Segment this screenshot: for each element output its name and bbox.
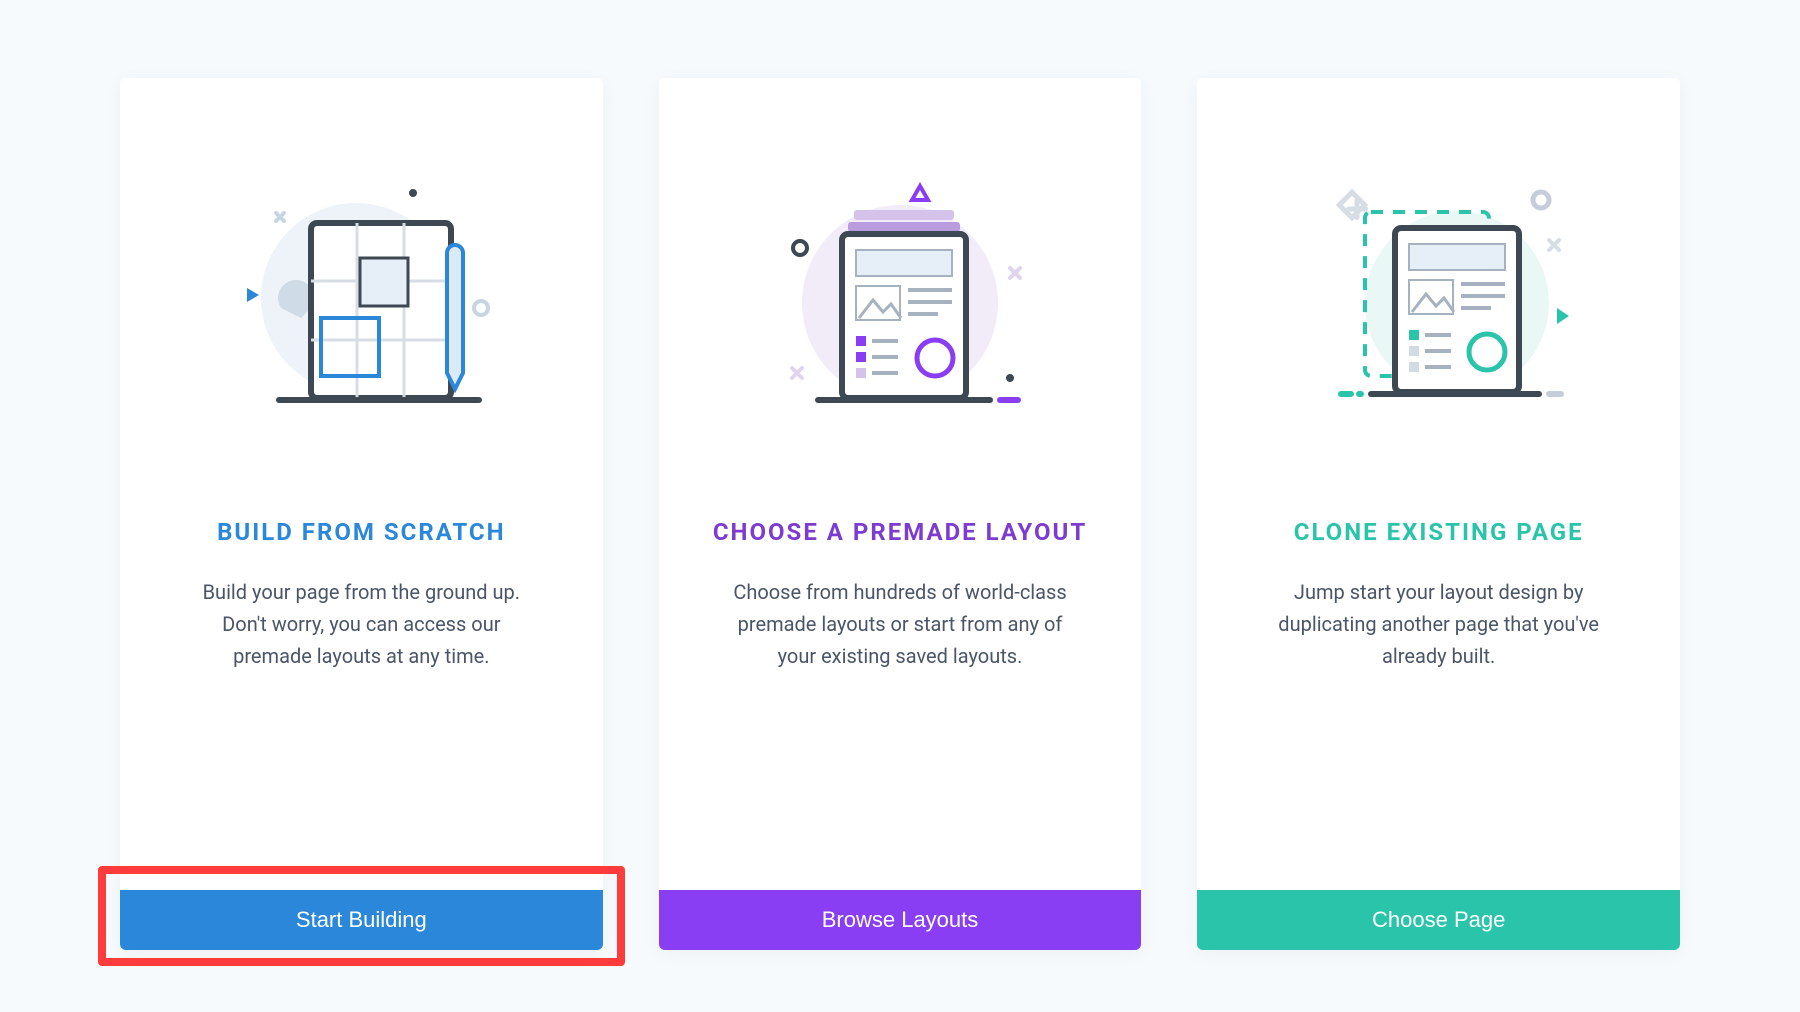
- start-building-button[interactable]: Start Building: [120, 890, 603, 950]
- card-description: Jump start your layout design by duplica…: [1229, 576, 1649, 672]
- card-choose-premade-layout: CHOOSE A PREMADE LAYOUT Choose from hund…: [659, 78, 1142, 950]
- build-from-scratch-illustration: [120, 78, 603, 518]
- premade-layout-illustration: [659, 78, 1142, 518]
- builder-options-container: BUILD FROM SCRATCH Build your page from …: [0, 0, 1800, 950]
- premade-layout-icon: [760, 168, 1040, 428]
- card-build-from-scratch: BUILD FROM SCRATCH Build your page from …: [120, 78, 603, 950]
- card-title: CHOOSE A PREMADE LAYOUT: [713, 518, 1087, 546]
- card-title: CLONE EXISTING PAGE: [1294, 518, 1584, 546]
- clone-page-icon: [1299, 168, 1579, 428]
- choose-page-button[interactable]: Choose Page: [1197, 890, 1680, 950]
- build-scratch-icon: [221, 168, 501, 428]
- card-description: Build your page from the ground up. Don'…: [151, 576, 571, 672]
- card-description: Choose from hundreds of world-class prem…: [690, 576, 1110, 672]
- card-clone-existing-page: CLONE EXISTING PAGE Jump start your layo…: [1197, 78, 1680, 950]
- browse-layouts-button[interactable]: Browse Layouts: [659, 890, 1142, 950]
- clone-page-illustration: [1197, 78, 1680, 518]
- card-title: BUILD FROM SCRATCH: [217, 518, 506, 546]
